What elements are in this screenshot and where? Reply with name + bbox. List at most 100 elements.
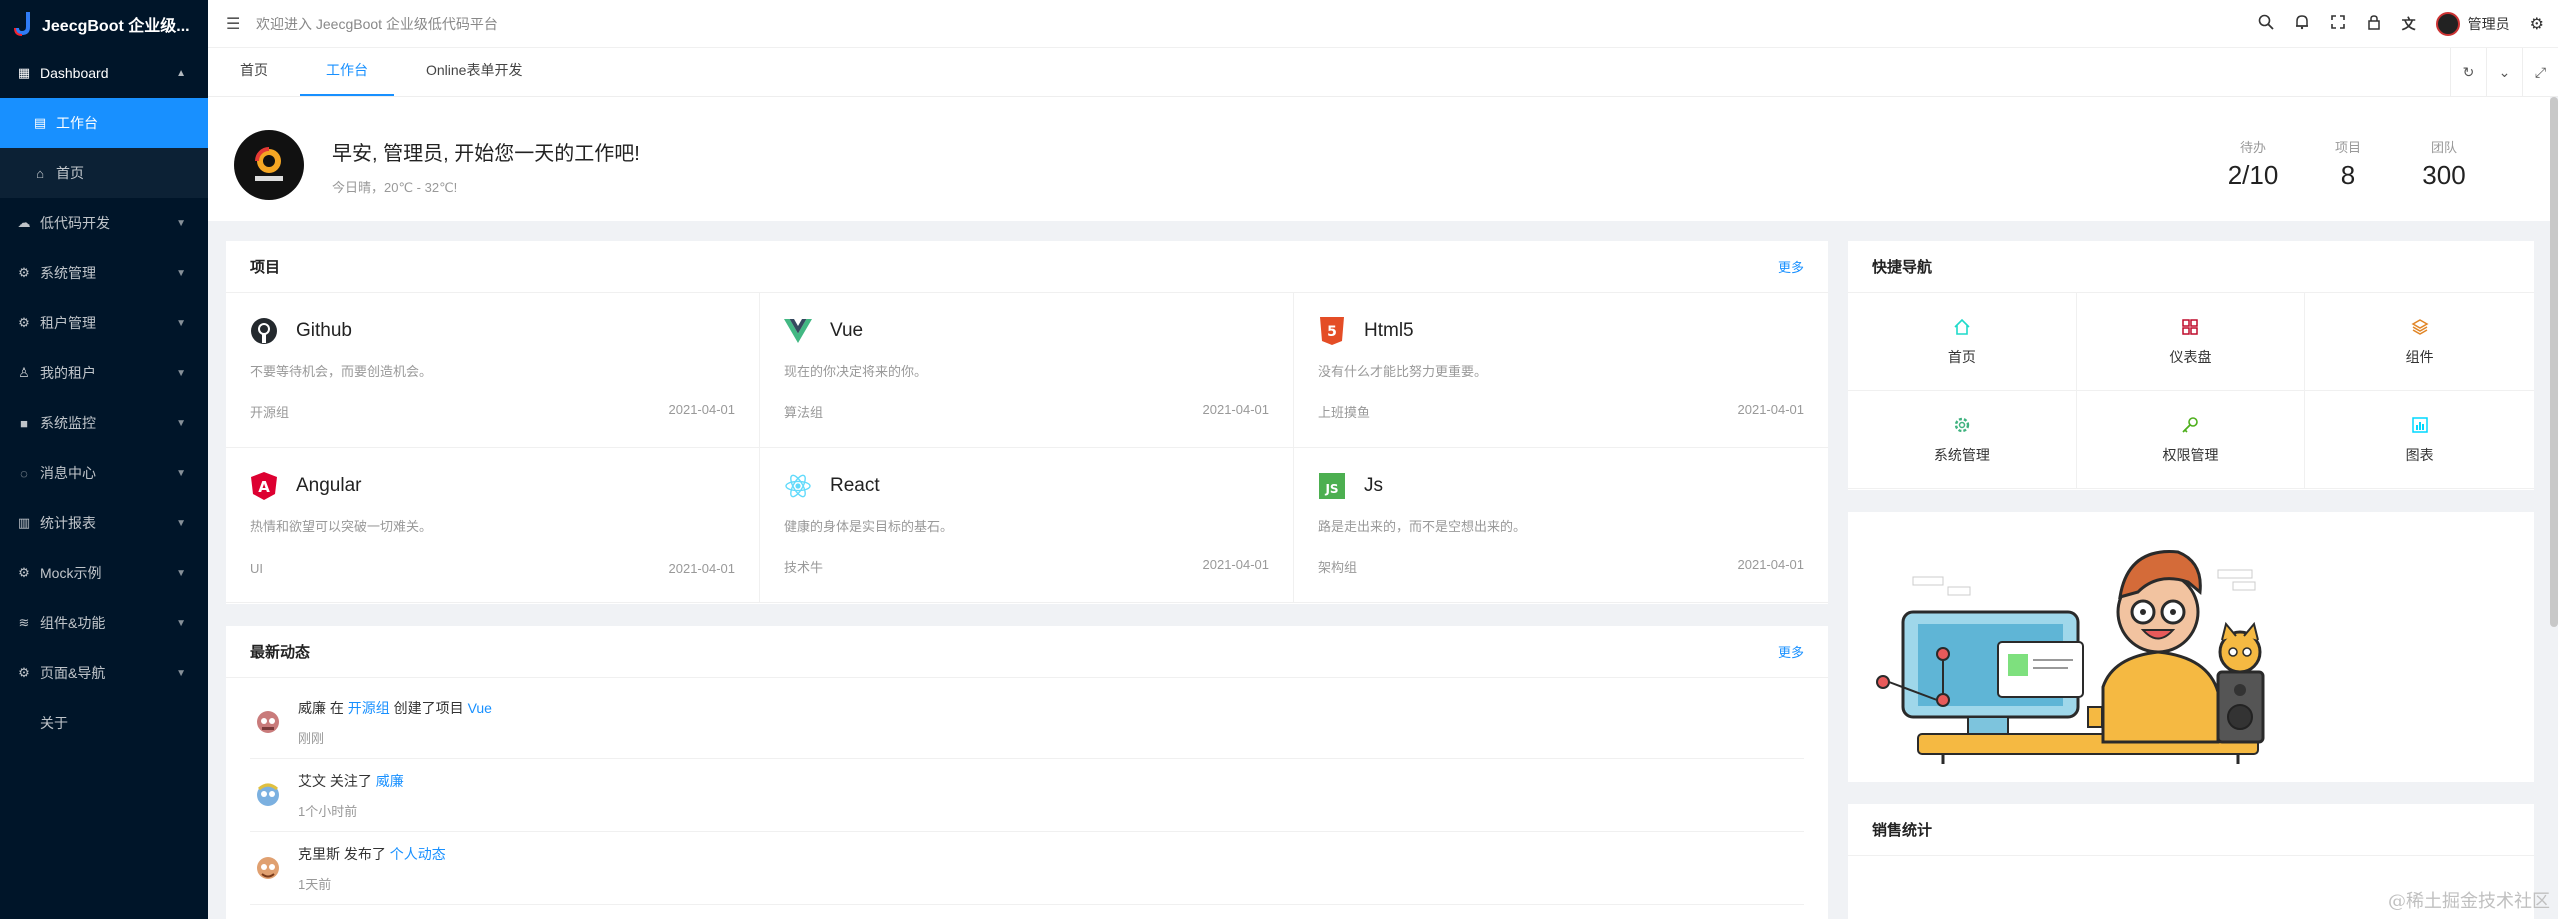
card-header: 项目 更多 [226,241,1828,293]
chevron-down-icon: ▼ [176,617,186,629]
sidebar-item-tenant[interactable]: ⚙ 租户管理 ▼ [0,298,208,348]
chevron-down-icon: ▼ [176,667,186,679]
nav-label: 仪表盘 [2169,348,2212,365]
project-js[interactable]: JS Js 路是走出来的，而不是空想出来的。 架构组 2021-04-01 [1294,448,1828,603]
sidebar-item-label: 首页 [56,165,84,181]
user-menu[interactable]: 管理员 [2435,12,2510,36]
more-link[interactable]: 更多 [1778,642,1804,661]
sidebar-item-message[interactable]: ◌ 消息中心 ▼ [0,448,208,498]
sidebar-item-label: 统计报表 [40,515,96,531]
gear-icon[interactable]: ⚙ [2530,14,2544,34]
sidebar-item-pages[interactable]: ⚙ 页面&导航 ▼ [0,648,208,698]
layers-icon [2410,317,2430,337]
developer-illustration [1876,550,2265,764]
sidebar-item-home[interactable]: ⌂ 首页 [0,148,208,198]
app-title: JeecgBoot 企业级... [42,18,190,35]
translate-icon[interactable]: 文 [2402,14,2416,34]
project-desc: 热情和欲望可以突破一切难关。 [250,519,433,534]
key-icon [2180,415,2200,435]
card-title: 销售统计 [1872,822,1933,839]
quick-nav-home[interactable]: 首页 [1848,293,2077,391]
expand-icon[interactable]: ⤢ [2522,48,2558,96]
search-icon[interactable] [2258,14,2274,35]
sidebar: JeecgBoot 企业级... ▦ Dashboard ▲ ▤ 工作台 ⌂ 首… [0,0,208,919]
sidebar-item-dashboard[interactable]: ▦ Dashboard ▲ [0,48,208,98]
sidebar-item-label: 工作台 [56,115,98,131]
dyn-time: 1天前 [298,876,332,892]
lock-icon[interactable] [2366,14,2382,35]
vue-icon [784,317,812,345]
sidebar-item-label: 关于 [40,715,68,731]
scrollbar[interactable] [2550,97,2558,627]
sidebar-item-workbench[interactable]: ▤ 工作台 [0,98,208,148]
project-angular[interactable]: A Angular 热情和欲望可以突破一切难关。 UI 2021-04-01 [226,448,760,603]
list-item: 威廉 在 开源组 创建了项目 Vue 刚刚 [250,686,1804,759]
tab-workbench[interactable]: 工作台 [300,48,394,96]
dyn-link[interactable]: Vue [468,700,492,716]
dyn-link[interactable]: 开源组 [348,700,390,716]
bank-icon: ⌂ [36,165,44,181]
sidebar-item-components[interactable]: ≋ 组件&功能 ▼ [0,598,208,648]
layers-icon: ≋ [18,615,30,630]
project-group: 上班摸鱼 [1318,405,1371,420]
more-link[interactable]: 更多 [1778,257,1804,276]
avatar [2435,12,2460,36]
tab-home[interactable]: 首页 [214,48,294,96]
sidebar-item-mock[interactable]: ⚙ Mock示例 ▼ [0,548,208,598]
project-github[interactable]: Github 不要等待机会，而要创造机会。 开源组 2021-04-01 [226,293,760,448]
dyn-mid: 发布了 [343,845,386,862]
project-group: 架构组 [1318,560,1358,575]
dyn-mid: 在 [329,699,344,716]
quick-nav-dashboard[interactable]: 仪表盘 [2076,293,2306,391]
user-icon: ♙ [18,365,30,380]
sidebar-item-my-tenant[interactable]: ♙ 我的租户 ▼ [0,348,208,398]
app-logo[interactable]: JeecgBoot 企业级... [0,0,208,48]
project-date: 2021-04-01 [1202,557,1270,572]
chevron-down-icon: ▼ [176,567,186,579]
quick-nav-components[interactable]: 组件 [2305,293,2534,391]
sidebar-item-report[interactable]: ▥ 统计报表 ▼ [0,498,208,548]
sidebar-item-monitor[interactable]: ■ 系统监控 ▼ [0,398,208,448]
refresh-icon[interactable]: ↻ [2450,48,2486,96]
gear-icon: ⚙ [18,265,30,280]
chevron-down-icon: ▼ [176,517,186,529]
project-vue[interactable]: Vue 现在的你决定将来的你。 算法组 2021-04-01 [760,293,1294,448]
dyn-time: 刚刚 [298,730,325,746]
project-html5[interactable]: 5 Html5 没有什么才能比努力更重要。 上班摸鱼 2021-04-01 [1294,293,1828,448]
project-name: Github [296,320,352,341]
project-react[interactable]: React 健康的身体是实目标的基石。 技术牛 2021-04-01 [760,448,1294,603]
dashboard-submenu: ▤ 工作台 ⌂ 首页 [0,98,208,198]
project-date: 2021-04-01 [668,561,736,576]
avatar [257,711,279,733]
quick-nav-permission[interactable]: 权限管理 [2076,391,2306,489]
sidebar-item-label: 租户管理 [40,315,96,331]
tab-online-form[interactable]: Online表单开发 [400,48,548,96]
user-name: 管理员 [2467,16,2510,32]
sidebar-item-lowcode[interactable]: ☁ 低代码开发 ▼ [0,198,208,248]
nav-label: 首页 [1947,348,1976,365]
quick-nav-grid: 首页 仪表盘 组件 系统管理 权限管理 图表 [1848,293,2534,489]
chevron-down-icon: ▼ [176,267,186,279]
list-item: 克里斯 发布了 个人动态 1天前 [250,832,1804,905]
bar-chart-icon: ▥ [17,515,31,530]
menu-fold-icon[interactable]: ☰ [226,14,244,34]
quick-nav-charts[interactable]: 图表 [2305,391,2534,489]
dyn-user: 威廉 [298,699,326,716]
quick-nav-card: 快捷导航 首页 仪表盘 组件 系统管理 权限管理 图表 [1848,241,2534,490]
nav-label: 图表 [2405,446,2434,463]
dyn-time: 1个小时前 [298,803,358,819]
chevron-down-icon[interactable]: ⌄ [2486,48,2522,96]
bell-icon[interactable] [2294,14,2310,35]
chevron-down-icon: ▼ [176,417,186,429]
sidebar-item-system[interactable]: ⚙ 系统管理 ▼ [0,248,208,298]
dyn-link[interactable]: 个人动态 [390,846,446,862]
sidebar-item-label: 系统管理 [40,265,96,281]
project-desc: 健康的身体是实目标的基石。 [784,519,954,534]
stat-label: 待办 [2239,140,2266,155]
sidebar-item-about[interactable]: 关于 [0,698,208,748]
dyn-link[interactable]: 威廉 [376,773,404,789]
fullscreen-icon[interactable] [2330,14,2346,35]
sidebar-item-label: 消息中心 [40,465,96,481]
gear-icon: ⚙ [18,565,30,580]
quick-nav-system[interactable]: 系统管理 [1848,391,2077,489]
